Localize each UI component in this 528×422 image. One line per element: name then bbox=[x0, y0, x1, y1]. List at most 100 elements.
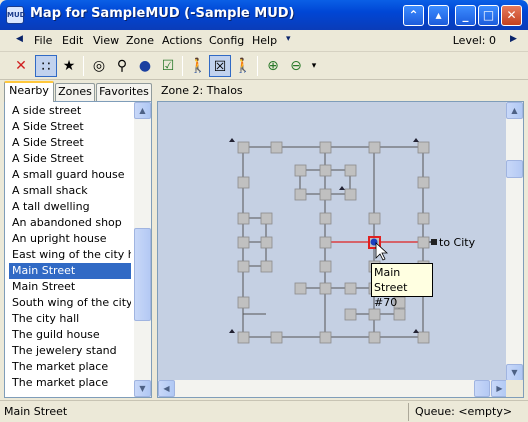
map-view[interactable]: to City Main Street #70 ▲ ▼ ◀ ▶ bbox=[157, 101, 524, 398]
map-hscroll[interactable]: ◀ ▶ bbox=[158, 380, 508, 397]
map-room[interactable] bbox=[237, 176, 250, 189]
walk-icon[interactable]: 🚶 bbox=[232, 55, 254, 77]
map-room[interactable] bbox=[294, 164, 307, 177]
magnifier-icon[interactable]: ⚲ bbox=[111, 55, 133, 77]
list-item[interactable]: An upright house bbox=[9, 231, 131, 247]
checkbox-icon[interactable]: ☑ bbox=[157, 55, 179, 77]
scroll-left-icon[interactable]: ◀ bbox=[158, 380, 175, 397]
tab-nearby[interactable]: Nearby bbox=[4, 81, 54, 102]
list-item[interactable]: South wing of the city ha bbox=[9, 295, 131, 311]
tab-favorites[interactable]: Favorites bbox=[96, 83, 152, 101]
map-room[interactable] bbox=[319, 260, 332, 273]
search-globe-icon[interactable]: ● bbox=[134, 55, 156, 77]
menu-view[interactable]: View bbox=[93, 34, 119, 47]
menu-left-arrow-icon[interactable]: ◀ bbox=[16, 34, 23, 44]
map-room[interactable] bbox=[417, 141, 430, 154]
map-vscroll[interactable]: ▲ ▼ bbox=[506, 102, 523, 381]
list-item[interactable]: A Side Street bbox=[9, 151, 131, 167]
map-room[interactable] bbox=[260, 236, 273, 249]
scroll-up-icon[interactable]: ▲ bbox=[134, 102, 151, 119]
map-room[interactable] bbox=[319, 141, 332, 154]
map-room[interactable] bbox=[319, 236, 332, 249]
zoom-dropdown-icon[interactable]: ▾ bbox=[303, 55, 325, 77]
list-item[interactable]: A Side Street bbox=[9, 135, 131, 151]
map-room[interactable] bbox=[368, 212, 381, 225]
menu-help[interactable]: Help bbox=[252, 34, 277, 47]
map-room[interactable] bbox=[260, 212, 273, 225]
map-room[interactable] bbox=[237, 236, 250, 249]
maximize-button[interactable]: □ bbox=[478, 5, 499, 26]
menu-right-arrow-icon[interactable]: ▶ bbox=[510, 34, 517, 44]
map-room[interactable] bbox=[368, 331, 381, 344]
map-room[interactable] bbox=[344, 282, 357, 295]
list-item[interactable]: An abandoned shop bbox=[9, 215, 131, 231]
delete-icon[interactable]: ✕ bbox=[10, 55, 32, 77]
pin-icon[interactable]: ▴ bbox=[428, 5, 449, 26]
wand-icon[interactable]: ★ bbox=[58, 55, 80, 77]
map-room[interactable] bbox=[319, 164, 332, 177]
rollup-icon[interactable]: ⌃ bbox=[403, 5, 424, 26]
zone-exit-label[interactable]: to City bbox=[439, 236, 476, 249]
map-room[interactable] bbox=[319, 188, 332, 201]
map-room[interactable] bbox=[344, 308, 357, 321]
list-item[interactable]: The city hall bbox=[9, 311, 131, 327]
tab-zones[interactable]: Zones bbox=[55, 83, 95, 101]
list-item[interactable]: The guild house bbox=[9, 327, 131, 343]
map-room[interactable] bbox=[270, 141, 283, 154]
map-room[interactable] bbox=[237, 296, 250, 309]
list-item[interactable]: East wing of the city hall bbox=[9, 247, 131, 263]
map-room[interactable] bbox=[344, 188, 357, 201]
map-room[interactable] bbox=[393, 308, 406, 321]
app-icon[interactable]: MUD bbox=[6, 6, 25, 24]
map-room[interactable] bbox=[319, 282, 332, 295]
binoculars-icon[interactable]: ◎ bbox=[88, 55, 110, 77]
menu-edit[interactable]: Edit bbox=[62, 34, 83, 47]
map-room[interactable] bbox=[237, 141, 250, 154]
map-room[interactable] bbox=[417, 236, 430, 249]
list-scrollbar[interactable]: ▲ ▼ bbox=[134, 102, 151, 397]
scroll-up-icon[interactable]: ▲ bbox=[506, 102, 523, 119]
scroll-thumb[interactable] bbox=[506, 160, 523, 178]
map-room[interactable] bbox=[237, 212, 250, 225]
menu-overflow-icon[interactable]: ▾ bbox=[286, 34, 291, 44]
list-item[interactable]: Main Street bbox=[9, 263, 131, 279]
scroll-thumb[interactable] bbox=[474, 380, 490, 397]
list-item[interactable]: A small guard house bbox=[9, 167, 131, 183]
title-bar[interactable]: MUD Map for SampleMUD (-Sample MUD) ⌃ ▴ … bbox=[0, 0, 528, 30]
map-room[interactable] bbox=[270, 331, 283, 344]
zoom-in-icon[interactable]: ⊕ bbox=[262, 55, 284, 77]
list-item[interactable]: A side street bbox=[9, 103, 131, 119]
map-room[interactable] bbox=[368, 308, 381, 321]
map-room[interactable] bbox=[260, 260, 273, 273]
map-room[interactable] bbox=[294, 188, 307, 201]
walk-list-icon[interactable]: 🚶 bbox=[187, 55, 209, 77]
scroll-down-icon[interactable]: ▼ bbox=[506, 364, 523, 381]
scroll-thumb[interactable] bbox=[134, 228, 151, 321]
menu-config[interactable]: Config bbox=[209, 34, 244, 47]
map-room[interactable] bbox=[417, 212, 430, 225]
walk-path-icon[interactable]: ☒ bbox=[209, 55, 231, 77]
map-room[interactable] bbox=[319, 212, 332, 225]
grid-dots-icon[interactable]: ∷ bbox=[35, 55, 57, 77]
menu-file[interactable]: File bbox=[34, 34, 52, 47]
menu-actions[interactable]: Actions bbox=[162, 34, 202, 47]
map-room[interactable] bbox=[294, 282, 307, 295]
menu-zone[interactable]: Zone bbox=[126, 34, 154, 47]
map-room[interactable] bbox=[344, 164, 357, 177]
map-room[interactable] bbox=[237, 331, 250, 344]
list-item[interactable]: A small shack bbox=[9, 183, 131, 199]
minimize-button[interactable]: _ bbox=[455, 5, 476, 26]
list-item[interactable]: A tall dwelling bbox=[9, 199, 131, 215]
list-item[interactable]: The market place bbox=[9, 375, 131, 391]
map-room[interactable] bbox=[237, 260, 250, 273]
map-room[interactable] bbox=[368, 141, 381, 154]
list-item[interactable]: The market place bbox=[9, 359, 131, 375]
list-item[interactable]: Main Street bbox=[9, 279, 131, 295]
list-item[interactable]: The jewelery stand bbox=[9, 343, 131, 359]
map-canvas[interactable]: to City bbox=[158, 102, 508, 381]
map-room[interactable] bbox=[417, 176, 430, 189]
map-room[interactable] bbox=[319, 331, 332, 344]
map-room[interactable] bbox=[417, 331, 430, 344]
close-button[interactable]: ✕ bbox=[501, 5, 522, 26]
scroll-down-icon[interactable]: ▼ bbox=[134, 380, 151, 397]
